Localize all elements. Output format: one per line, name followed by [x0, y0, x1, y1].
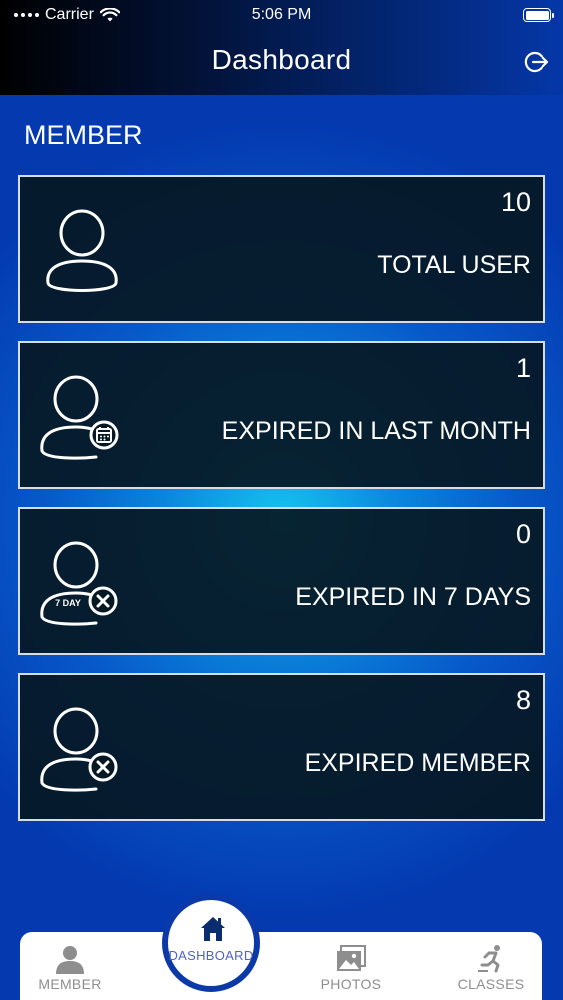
tab-member[interactable]: MEMBER — [20, 932, 120, 1000]
home-icon — [201, 917, 225, 941]
expired-member-card[interactable]: 8 EXPIRED MEMBER — [18, 673, 545, 821]
user-icon — [46, 209, 118, 292]
card-label: EXPIRED IN 7 DAYS — [295, 583, 531, 611]
wifi-icon — [99, 7, 120, 21]
card-label: TOTAL USER — [377, 251, 531, 279]
person-icon — [56, 946, 84, 974]
tab-classes[interactable]: CLASSES — [441, 932, 541, 1000]
tab-label: PHOTOS — [320, 976, 382, 992]
svg-text:7 DAY: 7 DAY — [55, 598, 81, 608]
section-title: MEMBER — [24, 120, 143, 150]
tab-label: DASHBOARD — [168, 948, 254, 963]
card-count: 0 — [515, 519, 531, 549]
total-user-card[interactable]: 10 TOTAL USER — [18, 175, 545, 323]
page-title: Dashboard — [211, 44, 352, 75]
signal-icon — [14, 13, 39, 17]
tab-label: CLASSES — [457, 976, 525, 992]
card-label: EXPIRED MEMBER — [304, 749, 531, 777]
card-count: 8 — [515, 685, 531, 715]
running-icon — [478, 945, 500, 973]
expired-last-month-card[interactable]: 1 EXPIRED IN LAST MONTH — [18, 341, 545, 489]
card-label: EXPIRED IN LAST MONTH — [221, 417, 531, 445]
card-count: 10 — [500, 187, 531, 217]
tab-label: MEMBER — [38, 976, 102, 992]
tab-photos[interactable]: PHOTOS — [301, 932, 401, 1000]
status-bar: Carrier 5:06 PM — [0, 0, 563, 30]
card-count: 1 — [515, 353, 531, 383]
status-left: Carrier — [14, 6, 120, 24]
user-calendar-icon — [40, 375, 119, 460]
user-expired-icon — [40, 707, 118, 792]
user-7day-expired-icon: 7 DAY — [40, 541, 118, 626]
expired-7-days-card[interactable]: 7 DAY 0 EXPIRED IN 7 DAYS — [18, 507, 545, 655]
tab-bar: MEMBER PHOTOS CLASSES — [20, 932, 542, 1000]
logout-icon[interactable] — [523, 49, 549, 75]
tab-dashboard[interactable]: DASHBOARD — [162, 894, 260, 992]
carrier-label: Carrier — [45, 6, 94, 23]
battery-icon — [523, 8, 554, 22]
photos-icon — [337, 945, 366, 971]
